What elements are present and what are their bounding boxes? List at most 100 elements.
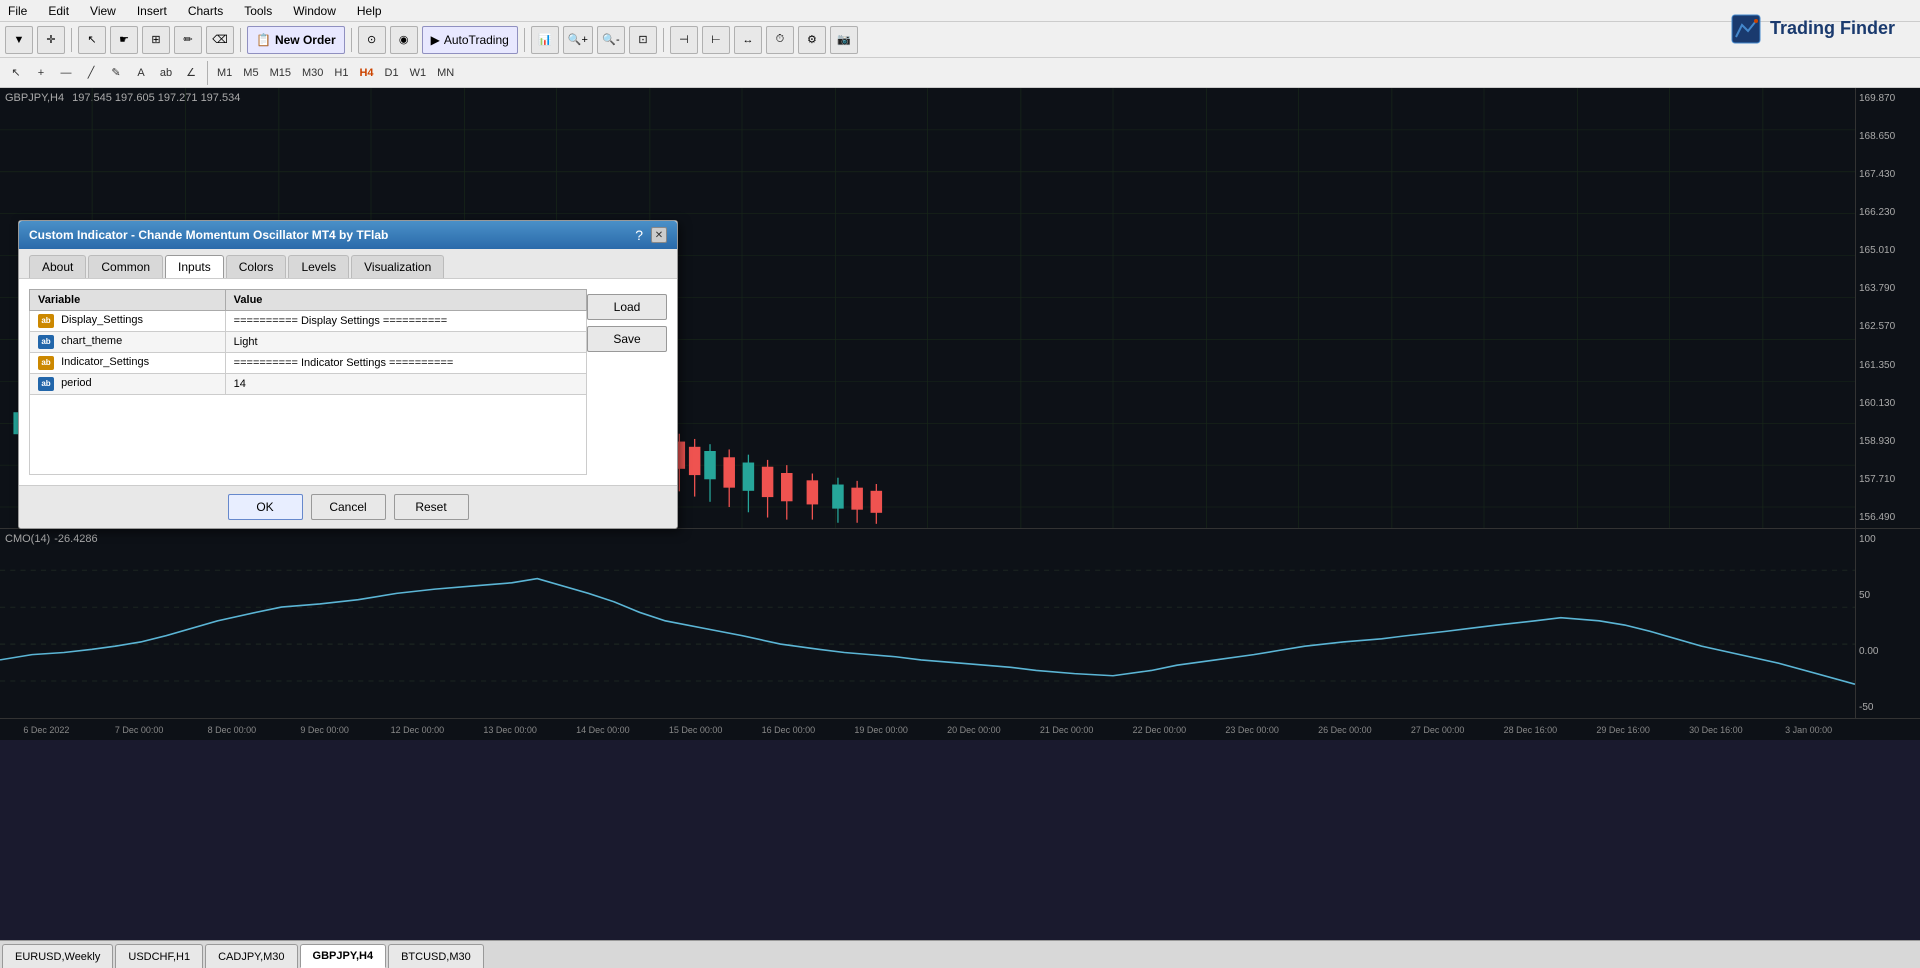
tf-angle-btn[interactable]: ∠ <box>180 62 202 84</box>
menu-insert[interactable]: Insert <box>134 4 170 18</box>
tf-abc-btn[interactable]: ab <box>155 62 177 84</box>
toolbar-btn-eraser[interactable]: ⌫ <box>206 26 234 54</box>
menu-file[interactable]: File <box>5 4 30 18</box>
tab-eurusd[interactable]: EURUSD,Weekly <box>2 944 113 968</box>
menu-window[interactable]: Window <box>290 4 339 18</box>
indicator-svg <box>0 549 1855 718</box>
toolbar-btn-scroll-right[interactable]: ⊢ <box>702 26 730 54</box>
time-19: 3 Jan 00:00 <box>1762 725 1855 735</box>
dialog-tab-levels[interactable]: Levels <box>288 255 349 278</box>
indicator-label: CMO(14) <box>5 533 50 545</box>
dialog-tab-visualization[interactable]: Visualization <box>351 255 444 278</box>
toolbar-btn-zoom[interactable]: ⊞ <box>142 26 170 54</box>
toolbar-btn-time[interactable]: ⏱ <box>766 26 794 54</box>
timeframe-toolbar: ↖ + — ╱ ✎ A ab ∠ M1 M5 M15 M30 H1 H4 D1 … <box>0 58 1920 88</box>
time-1: 7 Dec 00:00 <box>93 725 186 735</box>
time-14: 26 Dec 00:00 <box>1299 725 1392 735</box>
inputs-table-wrapper: Variable Value ab Display_Settings =====… <box>29 289 587 475</box>
menu-edit[interactable]: Edit <box>45 4 72 18</box>
val-indicator-settings[interactable]: ========== Indicator Settings ========== <box>225 353 586 374</box>
tf-cursor-btn[interactable]: ↖ <box>5 62 27 84</box>
table-row[interactable]: ab Display_Settings ========== Display S… <box>30 311 587 332</box>
tf-line-btn[interactable]: — <box>55 62 77 84</box>
toolbar-btn-arrow[interactable]: ▼ <box>5 26 33 54</box>
empty-row <box>30 395 587 475</box>
dialog-close-button[interactable]: ✕ <box>651 227 667 243</box>
tf-m30[interactable]: M30 <box>298 62 327 84</box>
time-9: 19 Dec 00:00 <box>835 725 928 735</box>
toolbar-btn-finger[interactable]: ☛ <box>110 26 138 54</box>
tf-text-btn[interactable]: A <box>130 62 152 84</box>
val-chart-theme[interactable]: Light <box>225 332 586 353</box>
tf-m1[interactable]: M1 <box>213 62 236 84</box>
toolbar-btn-zoom-out[interactable]: 🔍- <box>597 26 625 54</box>
time-0: 6 Dec 2022 <box>0 725 93 735</box>
inputs-table: Variable Value ab Display_Settings =====… <box>29 289 587 475</box>
reset-button[interactable]: Reset <box>394 494 469 520</box>
ok-button[interactable]: OK <box>228 494 303 520</box>
new-order-button[interactable]: 📋 New Order <box>247 26 345 54</box>
indicator-price-scale: 100 50 0.00 -50 <box>1855 529 1920 718</box>
save-button[interactable]: Save <box>587 326 667 352</box>
tf-m5[interactable]: M5 <box>239 62 262 84</box>
tab-usdchf[interactable]: USDCHF,H1 <box>115 944 203 968</box>
menu-view[interactable]: View <box>87 4 119 18</box>
toolbar-btn-scroll-left[interactable]: ⊣ <box>670 26 698 54</box>
bottom-tab-bar: EURUSD,Weekly USDCHF,H1 CADJPY,M30 GBPJP… <box>0 940 1920 968</box>
tf-mn[interactable]: MN <box>433 62 458 84</box>
tf-h4[interactable]: H4 <box>355 62 377 84</box>
tf-h1[interactable]: H1 <box>330 62 352 84</box>
indicator-value: -26.4286 <box>54 533 97 545</box>
price-scale: 169.870 168.650 167.430 166.230 165.010 … <box>1855 88 1920 528</box>
toolbar-btn-settings[interactable]: ⚙ <box>798 26 826 54</box>
dialog-tab-common[interactable]: Common <box>88 255 163 278</box>
val-display-settings[interactable]: ========== Display Settings ========== <box>225 311 586 332</box>
var-icon-ab3: ab <box>38 356 54 370</box>
price-level-2: 167.430 <box>1859 169 1917 180</box>
tab-cadjpy[interactable]: CADJPY,M30 <box>205 944 297 968</box>
tf-diagonal-btn[interactable]: ╱ <box>80 62 102 84</box>
toolbar-sep-3 <box>351 28 352 52</box>
var-chart-theme: ab chart_theme <box>30 332 226 353</box>
toolbar-btn-crosshair[interactable]: ✛ <box>37 26 65 54</box>
toolbar-btn-draw[interactable]: ✏ <box>174 26 202 54</box>
cancel-button[interactable]: Cancel <box>311 494 386 520</box>
toolbar-btn-chart-bar[interactable]: 📊 <box>531 26 559 54</box>
tf-plus-btn[interactable]: + <box>30 62 52 84</box>
dialog-tab-inputs[interactable]: Inputs <box>165 255 224 278</box>
table-row[interactable]: ab Indicator_Settings ========== Indicat… <box>30 353 587 374</box>
tf-pen-btn[interactable]: ✎ <box>105 62 127 84</box>
dialog-tab-about[interactable]: About <box>29 255 86 278</box>
toolbar-btn-radio[interactable]: ◉ <box>390 26 418 54</box>
load-button[interactable]: Load <box>587 294 667 320</box>
table-row[interactable]: ab chart_theme Light <box>30 332 587 353</box>
price-level-3: 166.230 <box>1859 207 1917 218</box>
toolbar-btn-screenshot[interactable]: 📷 <box>830 26 858 54</box>
time-4: 12 Dec 00:00 <box>371 725 464 735</box>
dialog-overlay: Custom Indicator - Chande Momentum Oscil… <box>18 220 678 529</box>
tf-w1[interactable]: W1 <box>406 62 431 84</box>
table-row[interactable]: ab period 14 <box>30 374 587 395</box>
tf-d1[interactable]: D1 <box>381 62 403 84</box>
toolbar-sep-4 <box>524 28 525 52</box>
tf-m15[interactable]: M15 <box>266 62 295 84</box>
price-level-6: 162.570 <box>1859 321 1917 332</box>
toolbar-btn-move[interactable]: ↔ <box>734 26 762 54</box>
menu-tools[interactable]: Tools <box>241 4 275 18</box>
menu-help[interactable]: Help <box>354 4 385 18</box>
menu-charts[interactable]: Charts <box>185 4 226 18</box>
val-period[interactable]: 14 <box>225 374 586 395</box>
toolbar-btn-fit[interactable]: ⊡ <box>629 26 657 54</box>
toolbar-btn-cursor[interactable]: ↖ <box>78 26 106 54</box>
tab-gbpjpy[interactable]: GBPJPY,H4 <box>300 944 387 968</box>
indicator-chart[interactable]: CMO(14) -26.4286 100 50 0.00 -50 <box>0 528 1920 718</box>
toolbar-btn-zoom-in[interactable]: 🔍+ <box>563 26 593 54</box>
dialog-help-button[interactable]: ? <box>631 227 647 243</box>
col-value: Value <box>225 290 586 311</box>
dialog-tab-colors[interactable]: Colors <box>226 255 287 278</box>
var-name-theme: chart_theme <box>61 335 122 347</box>
autotrading-button[interactable]: ▶ AutoTrading <box>422 26 518 54</box>
tab-btcusd[interactable]: BTCUSD,M30 <box>388 944 484 968</box>
price-level-8: 160.130 <box>1859 398 1917 409</box>
toolbar-btn-circle[interactable]: ⊙ <box>358 26 386 54</box>
